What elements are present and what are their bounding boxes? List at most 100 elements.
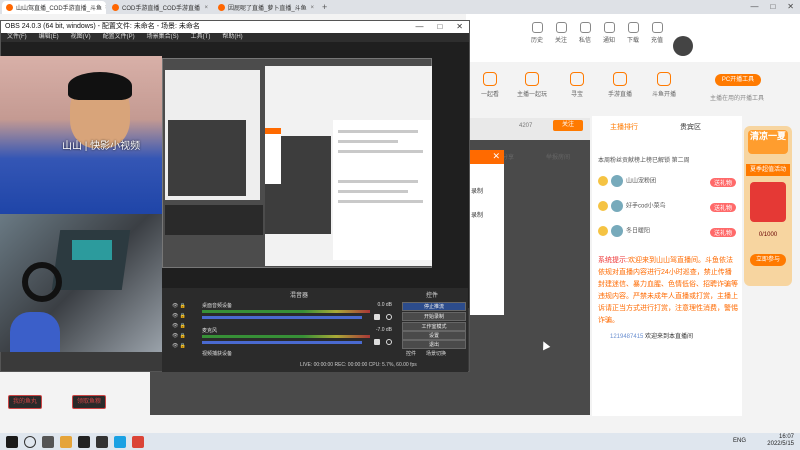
person-back — [10, 312, 60, 352]
gift-button[interactable]: 送礼物 — [709, 178, 736, 187]
gear-icon[interactable] — [386, 339, 392, 345]
bell-icon — [603, 22, 615, 33]
promo-title: 清凉一夏 — [748, 130, 788, 154]
claim-fishfood-button[interactable]: 领取鱼粮 — [72, 395, 107, 409]
gift-button[interactable]: 送礼物 — [709, 203, 736, 212]
message-icon — [579, 22, 591, 33]
tab-transitions[interactable]: 场景切换 — [426, 350, 446, 357]
exit-button[interactable]: 退出 — [402, 340, 466, 349]
coin-icon — [651, 22, 663, 33]
category-item[interactable]: 寻宝 — [555, 72, 599, 98]
source-eye-icon[interactable]: 👁 🔒 — [172, 343, 186, 349]
close-tab-icon[interactable]: × — [204, 5, 208, 11]
controls-header: 控件 — [426, 293, 439, 299]
my-fishball-button[interactable]: 我的鱼丸 — [8, 395, 43, 409]
channel-db: 0.0 dB — [377, 302, 392, 308]
source-eye-icon[interactable]: 👁 🔒 — [172, 323, 186, 329]
close-window-button[interactable]: ✕ — [456, 21, 463, 33]
chat-user[interactable]: 1219487415 — [610, 334, 643, 340]
source-eye-icon[interactable]: 👁 🔒 — [172, 333, 186, 339]
category-item[interactable]: 手游直播 — [598, 72, 642, 98]
category-label: 主播一起玩 — [516, 92, 547, 98]
source-eye-icon[interactable]: 👁 🔒 — [172, 313, 186, 319]
menu-profile[interactable]: 配置文件(P) — [103, 33, 135, 42]
rank-row[interactable]: 山山宠粉团 送礼物 — [598, 175, 738, 193]
app-icon[interactable] — [114, 435, 126, 448]
menu-file[interactable]: 文件(F) — [7, 33, 27, 42]
app-icon[interactable] — [78, 435, 90, 448]
report-button[interactable]: 举报房间 — [546, 152, 570, 161]
system-message: 系统提示:欢迎来到山山驾直播间。斗鱼依法依规对直播内容进行24小时巡查，禁止传播… — [598, 255, 738, 327]
video-watermark: 山山 | 快影小视频 — [62, 141, 141, 152]
chrome-icon[interactable] — [132, 435, 144, 448]
close-tab-icon[interactable]: × — [105, 5, 106, 11]
studio-mode-button[interactable]: 工作室模式 — [402, 322, 466, 331]
tab-label: COD手游直播_COD手游直播 — [122, 6, 201, 12]
volume-fader[interactable] — [202, 316, 362, 319]
crown-icon — [598, 201, 608, 211]
tab-controls[interactable]: 控件 — [406, 350, 416, 357]
follow-button[interactable]: 关注 — [553, 120, 583, 131]
windows-start-icon[interactable] — [6, 435, 18, 448]
maximize-button[interactable]: □ — [437, 21, 442, 33]
close-icon[interactable]: ✕ — [492, 151, 500, 162]
language-indicator[interactable]: ENG — [733, 438, 746, 444]
desk-phone — [72, 240, 112, 260]
settings-button[interactable]: 设置 — [402, 331, 466, 340]
promo-subtitle: 夏季超值活动 — [746, 164, 790, 176]
avatar[interactable] — [673, 36, 693, 56]
category-label: 手游直播 — [607, 92, 632, 98]
download-icon — [627, 22, 639, 33]
file-explorer-icon[interactable] — [60, 435, 72, 448]
nested-text-line — [338, 190, 408, 193]
search-icon[interactable] — [24, 435, 36, 448]
browser-tab-2[interactable]: 因屁呢了直播_萝卜直播_斗鱼 × — [214, 1, 318, 14]
browser-tab-0[interactable]: 山山驾直播_COD手游直播_斗鱼 × — [2, 1, 106, 14]
category-item[interactable]: 主播一起玩 — [510, 72, 554, 98]
clock-icon — [531, 22, 543, 33]
speaker-icon[interactable] — [374, 339, 380, 345]
menu-help[interactable]: 帮助(H) — [222, 33, 242, 42]
promo-join-button[interactable]: 立即参与 — [750, 254, 786, 266]
douyu-favicon-icon — [6, 4, 13, 11]
rank-row[interactable]: 冬日暖阳 送礼物 — [598, 225, 738, 243]
nav-label: 下载 — [626, 38, 639, 44]
minimize-button[interactable]: — — [415, 21, 423, 33]
nested-text-line — [338, 140, 398, 143]
close-window-button[interactable]: ✕ — [787, 2, 794, 11]
browser-tab-1[interactable]: COD手游直播_COD手游直播 × — [108, 1, 212, 14]
tab-anchor-rank[interactable]: 主播排行 — [610, 122, 638, 132]
speaker-icon[interactable] — [374, 314, 380, 320]
nested-text-line — [338, 130, 418, 133]
nav-recharge[interactable]: 充值 — [640, 22, 674, 44]
task-view-icon[interactable] — [42, 435, 54, 448]
pc-tool-button[interactable]: PC开播工具 — [715, 74, 761, 86]
menu-view[interactable]: 视图(V) — [71, 33, 91, 42]
start-recording-button[interactable]: 开始录制 — [402, 312, 466, 321]
gear-icon[interactable] — [386, 314, 392, 320]
rank-row[interactable]: 好手cod小菜鸟 送礼物 — [598, 200, 738, 218]
volume-fader[interactable] — [202, 341, 362, 344]
gift-button[interactable]: 送礼物 — [709, 228, 736, 237]
category-label: 寻宝 — [570, 92, 583, 98]
obs-icon[interactable] — [96, 435, 108, 448]
promo-banner[interactable]: 清凉一夏 夏季超值活动 0/1000 立即参与 — [744, 126, 792, 286]
source-eye-icon[interactable]: 👁 🔒 — [172, 303, 186, 309]
tab-vip[interactable]: 贵宾区 — [680, 122, 701, 132]
menu-scene-collection[interactable]: 场景集合(S) — [147, 33, 179, 42]
maximize-button[interactable]: □ — [770, 2, 775, 11]
minimize-button[interactable]: — — [750, 2, 758, 11]
nav-label: 私信 — [578, 38, 591, 44]
crown-icon — [598, 176, 608, 186]
close-tab-icon[interactable]: × — [310, 5, 314, 11]
category-item[interactable]: 斗鱼开播 — [642, 72, 686, 98]
stop-streaming-button[interactable]: 停止推流 — [402, 302, 466, 311]
menu-tools[interactable]: 工具(T) — [191, 33, 211, 42]
rank-note: 本周粉丝贡献榜上榜已解锁 第二周 — [598, 158, 690, 164]
menu-edit[interactable]: 编辑(E) — [39, 33, 59, 42]
gamepad-icon — [525, 72, 539, 86]
camera-icon — [657, 72, 671, 86]
system-clock[interactable]: 16:07 2022/5/15 — [767, 434, 794, 448]
category-item[interactable]: 一起看 — [468, 72, 512, 98]
new-tab-button[interactable]: + — [322, 2, 327, 12]
